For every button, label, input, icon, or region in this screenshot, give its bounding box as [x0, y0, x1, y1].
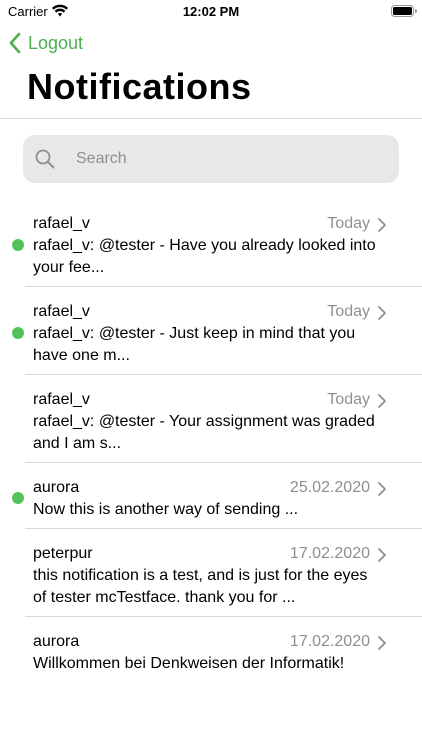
unread-dot-icon	[12, 327, 24, 339]
notification-date: 17.02.2020	[289, 633, 370, 650]
notification-date: Today	[327, 215, 370, 232]
notification-content: rafael_v Today rafael_v: @tester - Your as…	[0, 375, 422, 463]
notification-message: rafael_v: @tester - Your assignment was …	[33, 413, 375, 452]
search-icon	[35, 149, 55, 169]
notification-list: rafael_v Today rafael_v: @tester - Have yo…	[0, 199, 422, 683]
logout-button[interactable]: Logout	[8, 30, 83, 56]
unread-dot-icon	[12, 239, 24, 251]
notification-row[interactable]: rafael_v Today rafael_v: @tester - Have yo…	[0, 199, 422, 287]
notification-content: aurora 25.02.2020 Now this is another way …	[0, 463, 422, 529]
notification-content: rafael_v Today rafael_v: @tester - Just ke…	[0, 287, 422, 375]
logout-label: Logout	[28, 32, 84, 53]
notification-date: Today	[327, 303, 370, 320]
notification-row[interactable]: peterpur 17.02.2020 this notification is a…	[0, 529, 422, 617]
chevron-right-icon	[378, 394, 386, 408]
chevron-left-icon	[9, 32, 21, 54]
notification-message: rafael_v: @tester - Just keep in mind th…	[33, 325, 356, 364]
notification-content: rafael_v Today rafael_v: @tester - Have yo…	[0, 199, 422, 287]
chevron-right-icon	[378, 306, 386, 320]
chevron-right-icon	[378, 482, 386, 496]
search-bar[interactable]	[23, 135, 399, 183]
status-bar: Carrier 12:02 PM	[0, 0, 422, 24]
chevron-right-icon	[378, 636, 386, 650]
notification-message: Willkommen bei Denkweisen der Informatik…	[33, 655, 345, 672]
chevron-right-icon	[378, 548, 386, 562]
notification-date: 25.02.2020	[289, 479, 370, 496]
notification-date: Today	[327, 391, 370, 408]
chevron-right-icon	[378, 218, 386, 232]
notification-row[interactable]: rafael_v Today rafael_v: @tester - Your as…	[0, 375, 422, 463]
search-input[interactable]	[74, 149, 378, 169]
notification-content: peterpur 17.02.2020 this notification is a…	[0, 529, 422, 617]
notification-date: 17.02.2020	[289, 545, 370, 562]
status-time: 12:02 PM	[182, 4, 240, 19]
notification-row[interactable]: aurora 17.02.2020 Willkommen bei Denkweise…	[0, 617, 422, 683]
notification-row[interactable]: rafael_v Today rafael_v: @tester - Just ke…	[0, 287, 422, 375]
notification-message: Now this is another way of sending ...	[33, 501, 299, 518]
header-divider	[0, 118, 422, 119]
notification-row[interactable]: aurora 25.02.2020 Now this is another way …	[0, 463, 422, 529]
notification-content: aurora 17.02.2020 Willkommen bei Denkweise…	[0, 617, 422, 683]
notification-message: this notification is a test, and is just…	[33, 567, 368, 606]
unread-dot-icon	[12, 492, 24, 504]
page-title: Notifications	[27, 66, 252, 107]
battery-icon	[391, 5, 417, 17]
notification-message: rafael_v: @tester - Have you already loo…	[33, 237, 376, 276]
